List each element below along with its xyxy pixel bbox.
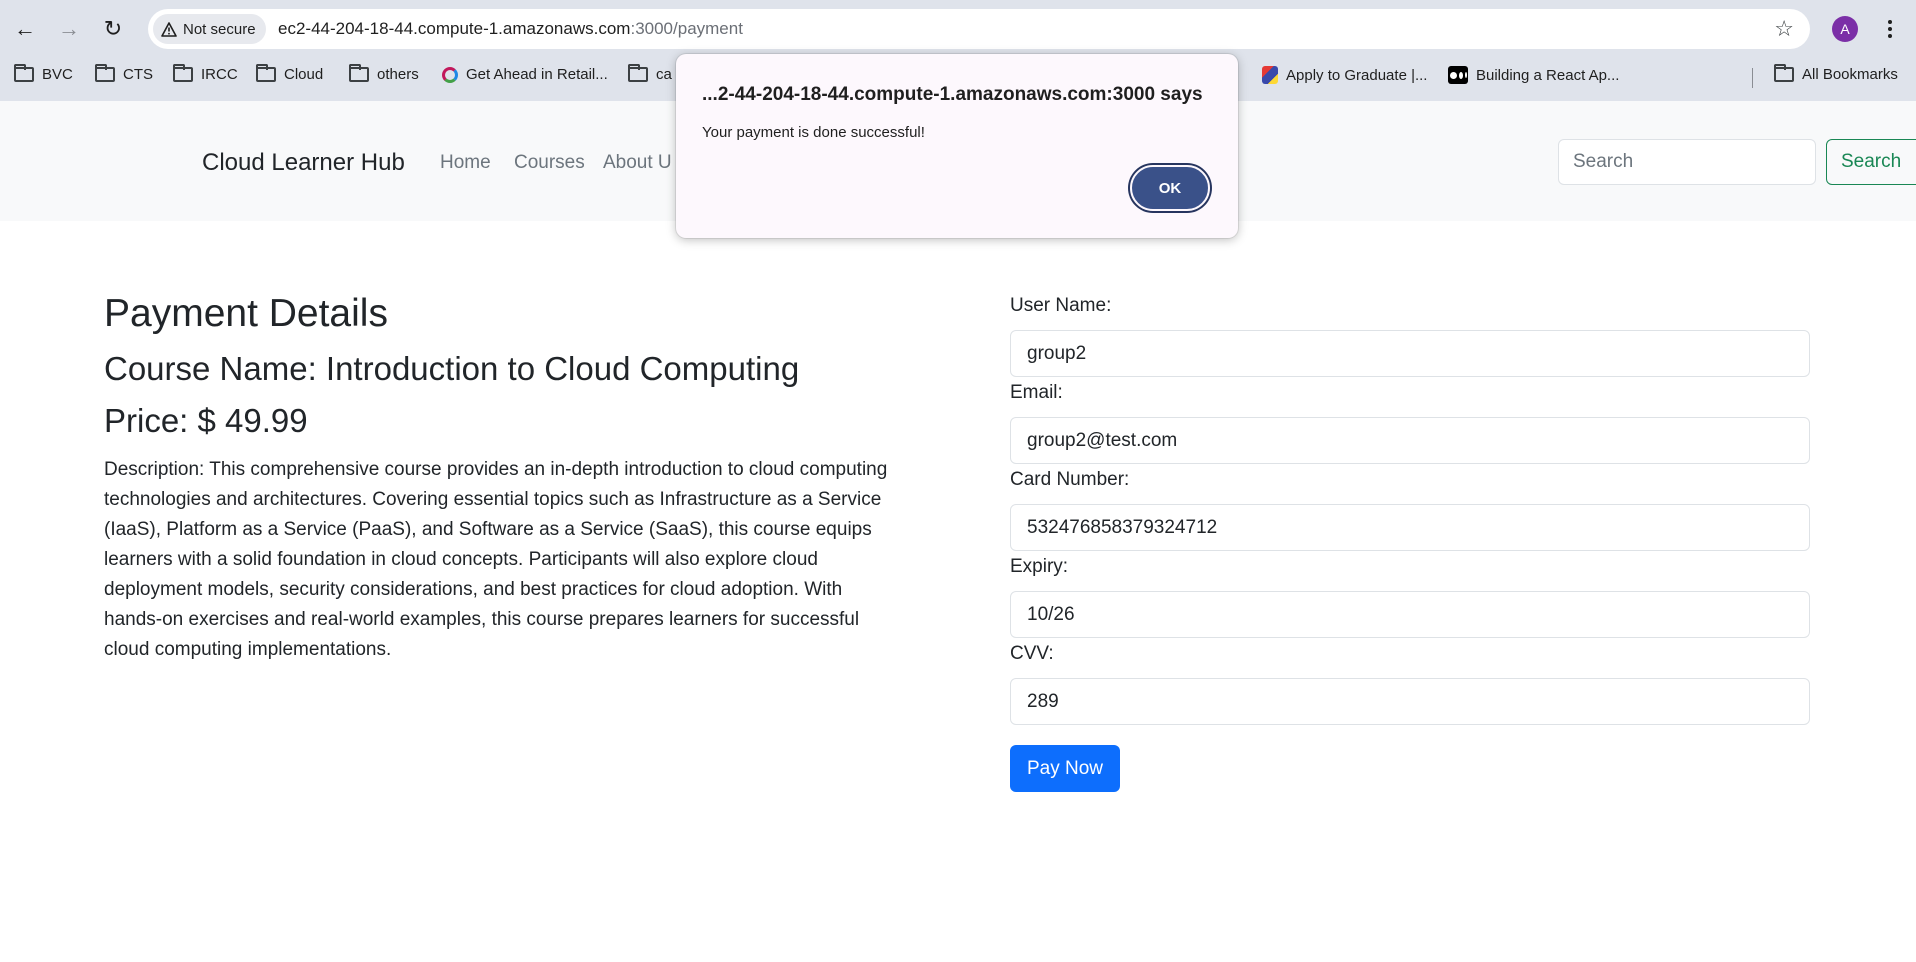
site-favicon-icon <box>442 66 458 83</box>
cvv-field[interactable] <box>1010 678 1810 725</box>
reload-icon[interactable]: ↻ <box>98 14 128 44</box>
alert-dialog: ...2-44-204-18-44.compute-1.amazonaws.co… <box>676 54 1238 238</box>
folder-icon <box>14 64 34 82</box>
nav-link-about[interactable]: About U <box>603 152 672 174</box>
browser-toolbar: ← → ↻ Not secure ec2-44-204-18-44.comput… <box>0 0 1916 58</box>
email-field[interactable] <box>1010 417 1810 464</box>
bookmark-folder-cts[interactable]: CTS <box>95 64 153 83</box>
forward-arrow-icon[interactable]: → <box>54 14 84 44</box>
bookmark-apply-graduate[interactable]: Apply to Graduate |... <box>1262 66 1427 84</box>
security-label: Not secure <box>183 20 256 38</box>
bookmark-label: Apply to Graduate |... <box>1286 66 1428 84</box>
bookmark-folder-cloud[interactable]: Cloud <box>256 64 324 83</box>
folder-icon <box>256 64 276 82</box>
back-arrow-icon[interactable]: ← <box>10 14 40 44</box>
bookmark-label: Get Ahead in Retail... <box>466 66 608 83</box>
bookmark-building-react[interactable]: Building a React Ap... <box>1448 66 1619 84</box>
bookmark-star-icon[interactable]: ☆ <box>1774 16 1794 42</box>
address-bar[interactable]: Not secure ec2-44-204-18-44.compute-1.am… <box>148 9 1810 49</box>
dialog-message: Your payment is done successful! <box>702 124 925 141</box>
security-chip[interactable]: Not secure <box>153 14 266 44</box>
course-name: Course Name: Introduction to Cloud Compu… <box>104 350 800 387</box>
username-label: User Name: <box>1010 295 1112 316</box>
folder-icon <box>95 64 115 82</box>
page-title: Payment Details <box>104 292 388 335</box>
pay-now-button[interactable]: Pay Now <box>1010 745 1120 792</box>
bookmark-folder-bvc[interactable]: BVC <box>14 64 73 83</box>
medium-favicon-icon <box>1448 66 1468 84</box>
bookmark-label: CTS <box>123 66 153 83</box>
bookmark-all-bookmarks[interactable]: All Bookmarks <box>1774 64 1898 83</box>
bookmark-label: All Bookmarks <box>1802 66 1898 83</box>
course-description: Description: This comprehensive course p… <box>104 459 888 660</box>
browser-menu-icon[interactable] <box>1880 12 1900 46</box>
url-host: ec2-44-204-18-44.compute-1.amazonaws.com <box>278 19 631 38</box>
url-text[interactable]: ec2-44-204-18-44.compute-1.amazonaws.com… <box>278 19 743 39</box>
site-search-button[interactable]: Search <box>1826 139 1916 185</box>
expiry-label: Expiry: <box>1010 556 1069 577</box>
bookmark-folder-ircc[interactable]: IRCC <box>173 64 238 83</box>
bookmark-label: IRCC <box>201 66 238 83</box>
bookmark-folder-ca[interactable]: ca <box>628 64 672 83</box>
bookmark-label: BVC <box>42 66 73 83</box>
expiry-field[interactable] <box>1010 591 1810 638</box>
site-brand[interactable]: Cloud Learner Hub <box>202 149 405 177</box>
card-number-field[interactable] <box>1010 504 1810 551</box>
folder-icon <box>349 64 369 82</box>
bookmark-get-ahead[interactable]: Get Ahead in Retail... <box>442 66 608 83</box>
cvv-label: CVV: <box>1010 643 1054 664</box>
nav-link-home[interactable]: Home <box>440 152 491 174</box>
url-path: :3000/payment <box>630 19 743 38</box>
course-price: Price: $ 49.99 <box>104 402 308 439</box>
email-label: Email: <box>1010 382 1063 403</box>
bookmark-label: ca <box>656 66 672 83</box>
folder-icon <box>173 64 193 82</box>
card-number-label: Card Number: <box>1010 469 1130 490</box>
site-search-input[interactable] <box>1558 139 1816 185</box>
folder-icon <box>1774 64 1794 82</box>
profile-avatar[interactable]: A <box>1832 16 1858 42</box>
username-field[interactable] <box>1010 330 1810 377</box>
bookmarks-divider <box>1752 68 1753 88</box>
folder-icon <box>628 64 648 82</box>
nav-link-courses[interactable]: Courses <box>514 152 585 174</box>
site-favicon-icon <box>1262 66 1278 84</box>
dialog-ok-button[interactable]: OK <box>1130 165 1210 211</box>
bookmark-folder-others[interactable]: others <box>349 64 419 83</box>
bookmark-label: Building a React Ap... <box>1476 66 1620 84</box>
bookmark-label: Cloud <box>284 66 324 83</box>
dialog-title: ...2-44-204-18-44.compute-1.amazonaws.co… <box>702 84 1203 105</box>
bookmark-label: others <box>377 66 419 83</box>
warning-triangle-icon <box>161 21 177 37</box>
